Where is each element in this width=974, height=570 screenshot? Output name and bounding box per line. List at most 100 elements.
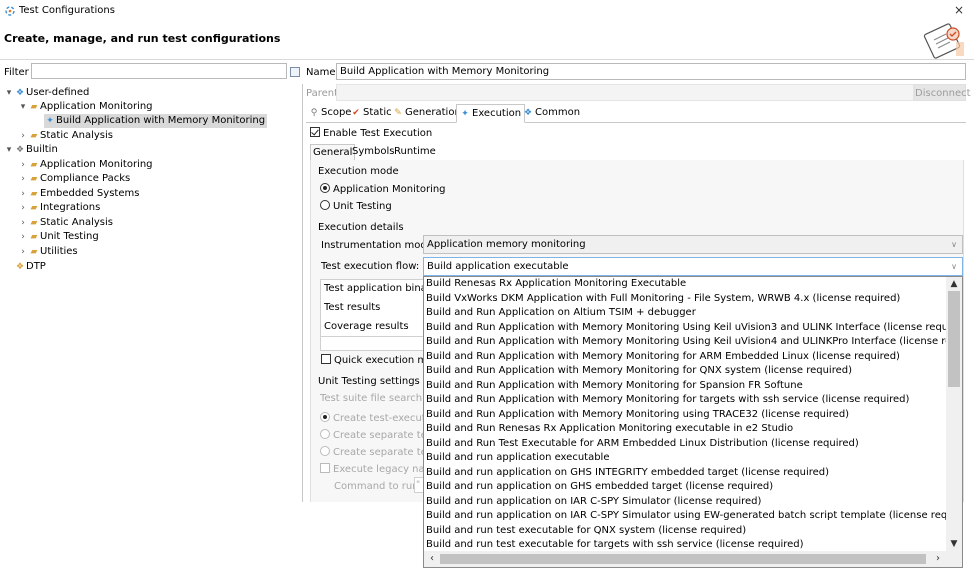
- folder-icon: ▰: [30, 189, 38, 199]
- checkbox-box[interactable]: [310, 127, 320, 137]
- tab-generation[interactable]: ✎ Generation: [390, 104, 464, 121]
- subtab-general[interactable]: General: [310, 144, 356, 161]
- list-item[interactable]: Build and Run Application with Memory Mo…: [426, 379, 803, 394]
- test-execution-flow-select[interactable]: Build application executable ∨: [423, 257, 963, 276]
- quick-execution-checkbox[interactable]: Quick execution mo: [321, 354, 433, 366]
- vertical-scroll-thumb[interactable]: [948, 291, 960, 387]
- radio-create-separate-test-2[interactable]: Create separate test: [320, 446, 436, 458]
- disconnect-button[interactable]: Disconnect: [914, 84, 971, 101]
- list-item[interactable]: Build VxWorks DKM Application with Full …: [426, 292, 900, 307]
- tree-item-label: Application Monitoring: [40, 101, 153, 112]
- tab-execution[interactable]: ✦ Execution: [456, 104, 526, 123]
- tree-item-label: Application Monitoring: [40, 159, 153, 170]
- list-item[interactable]: Build and Run Renesas Rx Application Mon…: [426, 422, 793, 437]
- scroll-left-icon[interactable]: ‹: [424, 551, 440, 567]
- tree-toggle[interactable]: ›: [18, 216, 28, 230]
- radio-button[interactable]: [320, 183, 330, 193]
- list-item[interactable]: Build and run application on IAR C-SPY S…: [426, 495, 761, 510]
- table-row[interactable]: Test results: [324, 301, 380, 315]
- radio-create-separate-test-1[interactable]: Create separate test: [320, 429, 436, 441]
- list-item[interactable]: Build and run application on GHS embedde…: [426, 480, 773, 495]
- radio-button[interactable]: [320, 446, 330, 456]
- list-item[interactable]: Build and Run Application with Memory Mo…: [426, 408, 849, 423]
- tree-toggle[interactable]: ›: [18, 187, 28, 201]
- list-item[interactable]: Build and run application on GHS INTEGRI…: [426, 466, 829, 481]
- checkbox-box[interactable]: [320, 463, 330, 473]
- table-row[interactable]: Test application binary: [324, 282, 437, 296]
- tab-common[interactable]: ❖ Common: [520, 104, 583, 121]
- tree-item-label: Static Analysis: [40, 130, 113, 141]
- horizontal-scrollbar[interactable]: ‹ ›: [424, 551, 962, 567]
- tree-item-dtp[interactable]: ❖ DTP: [14, 260, 46, 274]
- execution-mode-title: Execution mode: [318, 166, 399, 177]
- tree-item-builtin-static-analysis[interactable]: › ▰ Static Analysis: [18, 216, 113, 230]
- list-item[interactable]: Build and Run Application with Memory Mo…: [426, 364, 852, 379]
- tree-toggle[interactable]: ›: [18, 129, 28, 143]
- subtab-runtime[interactable]: Runtime: [392, 144, 438, 159]
- collapse-panel-icon[interactable]: [290, 67, 300, 77]
- tree-item-label: Integrations: [40, 202, 101, 213]
- horizontal-scroll-thumb[interactable]: [440, 554, 926, 564]
- tree-item-static-analysis[interactable]: › ▰ Static Analysis: [18, 129, 113, 143]
- table-row[interactable]: Coverage results: [324, 320, 409, 334]
- list-item[interactable]: Build and run application executable: [426, 451, 609, 466]
- tree-item-utilities[interactable]: › ▰ Utilities: [18, 245, 77, 259]
- tree-item-build-application[interactable]: ✦ Build Application with Memory Monitorin…: [44, 114, 268, 128]
- tree-item-builtin-app-monitoring[interactable]: › ▰ Application Monitoring: [18, 158, 153, 172]
- execution-details-title: Execution details: [318, 222, 404, 233]
- config-tree: ▾ ❖ User-defined ▾ ▰ Application Monitoring …: [0, 84, 303, 502]
- chevron-down-icon: ∨: [951, 262, 957, 271]
- list-item[interactable]: Build and Run Application with Memory Mo…: [426, 335, 962, 350]
- test-execution-flow-dropdown[interactable]: Build Renesas Rx Application Monitoring …: [423, 276, 963, 568]
- checkbox-box[interactable]: [321, 354, 331, 364]
- unit-testing-settings-title: Unit Testing settings: [318, 376, 420, 387]
- tree-item-compliance-packs[interactable]: › ▰ Compliance Packs: [18, 172, 130, 186]
- tree-item-user-defined[interactable]: ▾ ❖ User-defined: [4, 86, 90, 100]
- tree-item-unit-testing[interactable]: › ▰ Unit Testing: [18, 230, 99, 244]
- radio-button[interactable]: [320, 200, 330, 210]
- radio-create-test-executable[interactable]: Create test-executab: [320, 412, 438, 424]
- scroll-down-icon[interactable]: ▼: [946, 537, 962, 551]
- list-item[interactable]: Build and Run Application with Memory Mo…: [426, 321, 962, 336]
- radio-button[interactable]: [320, 412, 330, 422]
- tree-item-builtin[interactable]: ▾ ❖ Builtin: [4, 143, 58, 157]
- tree-toggle[interactable]: ›: [18, 245, 28, 259]
- tab-label: Static: [363, 107, 392, 118]
- enable-execution-checkbox[interactable]: Enable Test Execution: [310, 127, 432, 139]
- list-item[interactable]: Build and Run Application on Altium TSIM…: [426, 306, 696, 321]
- tree-item-label: Static Analysis: [40, 217, 113, 228]
- tab-static[interactable]: ✔ Static: [348, 104, 395, 121]
- list-item[interactable]: Build and Run Application with Memory Mo…: [426, 350, 900, 365]
- builtin-icon: ❖: [15, 145, 25, 155]
- name-input[interactable]: Build Application with Memory Monitoring: [336, 63, 966, 80]
- vertical-scrollbar[interactable]: ▲ ▼: [946, 277, 962, 551]
- list-item[interactable]: Build and run test executable for QNX sy…: [426, 524, 746, 539]
- tree-toggle[interactable]: ▾: [4, 143, 14, 157]
- tree-toggle[interactable]: ›: [18, 201, 28, 215]
- tree-item-integrations[interactable]: › ▰ Integrations: [18, 201, 100, 215]
- select-value: Build application executable: [427, 261, 569, 272]
- tree-toggle[interactable]: ▾: [4, 86, 14, 100]
- tree-toggle[interactable]: ▾: [18, 100, 28, 114]
- chevron-down-icon: ∨: [951, 240, 957, 249]
- radio-unit-testing[interactable]: Unit Testing: [320, 200, 392, 212]
- close-button[interactable]: ×: [952, 3, 966, 17]
- list-item[interactable]: Build and Run Test Executable for ARM Em…: [426, 437, 859, 452]
- instrumentation-mode-select[interactable]: Application memory monitoring ∨: [423, 235, 963, 254]
- tree-item-embedded-systems[interactable]: › ▰ Embedded Systems: [18, 187, 139, 201]
- radio-application-monitoring[interactable]: Application Monitoring: [320, 183, 446, 195]
- tree-toggle[interactable]: ›: [18, 230, 28, 244]
- scroll-up-icon[interactable]: ▲: [946, 277, 962, 291]
- tree-toggle[interactable]: ›: [18, 172, 28, 186]
- tree-item-application-monitoring[interactable]: ▾ ▰ Application Monitoring: [18, 100, 153, 114]
- filter-input[interactable]: [31, 63, 287, 79]
- list-item[interactable]: Build and run application on IAR C-SPY S…: [426, 509, 962, 524]
- list-item[interactable]: Build Renesas Rx Application Monitoring …: [426, 277, 686, 292]
- radio-button[interactable]: [320, 429, 330, 439]
- tree-toggle[interactable]: ›: [18, 158, 28, 172]
- config-item-icon: ✦: [46, 116, 54, 126]
- scroll-right-icon[interactable]: ›: [930, 551, 946, 567]
- list-item[interactable]: Build and Run Application with Memory Mo…: [426, 393, 909, 408]
- subtab-symbols[interactable]: Symbols: [350, 144, 396, 159]
- tab-label: Common: [535, 107, 581, 118]
